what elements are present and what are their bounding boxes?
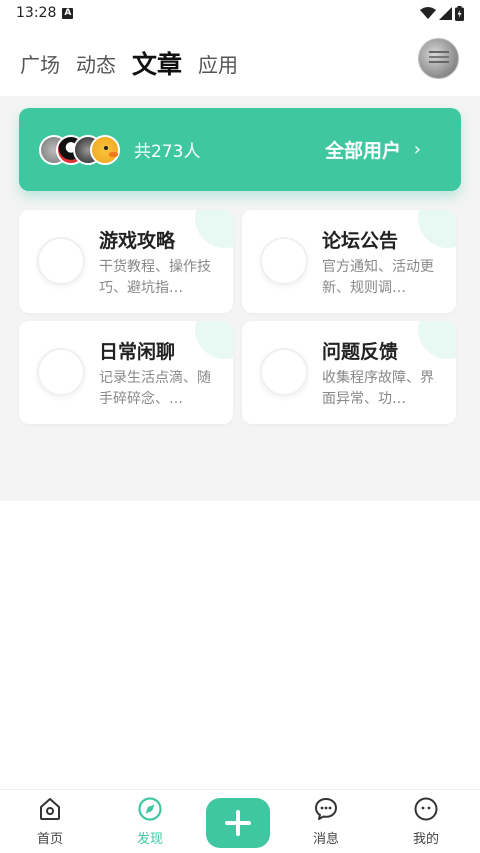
card-decoration	[195, 210, 233, 248]
nav-label: 发现	[136, 832, 163, 847]
nav-discover[interactable]: 发现	[120, 796, 180, 852]
user-avatars-stack	[39, 134, 120, 165]
tab-feed[interactable]: 动态	[76, 49, 116, 78]
user-count: 共273人	[134, 142, 201, 162]
category-card-daily-chat[interactable]: 日常闲聊 记录生活点滴、随手碎碎念、…	[19, 321, 233, 424]
nav-home[interactable]: 首页	[20, 796, 80, 852]
category-card-feedback[interactable]: 问题反馈 收集程序故障、界面异常、功…	[242, 321, 456, 424]
home-icon	[40, 798, 60, 820]
tab-square[interactable]: 广场	[20, 49, 60, 78]
card-decoration	[195, 321, 233, 359]
chat-icon	[315, 798, 337, 820]
category-title: 问题反馈	[322, 341, 399, 363]
category-description: 收集程序故障、界面异常、功…	[322, 370, 434, 407]
content-area: 共273人 全部用户 › 游戏攻略 干货教程、操作技巧、避坑指… 论坛公告 官方…	[0, 96, 480, 501]
card-decoration	[418, 321, 456, 359]
status-time: 13:28	[16, 5, 57, 21]
category-description: 记录生活点滴、随手碎碎念、…	[99, 370, 211, 407]
profile-icon	[414, 797, 438, 821]
category-title: 论坛公告	[322, 230, 399, 252]
tab-apps[interactable]: 应用	[198, 49, 238, 78]
battery-icon	[455, 5, 464, 21]
nav-label: 我的	[412, 832, 439, 847]
card-decoration	[418, 210, 456, 248]
category-title: 游戏攻略	[99, 230, 176, 252]
bottom-nav: 首页 发现 消息 我的	[0, 789, 480, 853]
category-title: 日常闲聊	[99, 341, 176, 363]
status-bar: 13:28 A	[0, 0, 480, 26]
category-icon	[260, 348, 308, 396]
add-post-button[interactable]	[206, 798, 270, 848]
category-icon	[260, 237, 308, 285]
category-card-game-guides[interactable]: 游戏攻略 干货教程、操作技巧、避坑指…	[19, 210, 233, 313]
category-icon	[37, 237, 85, 285]
category-description: 干货教程、操作技巧、避坑指…	[99, 259, 211, 296]
chevron-right-icon: ›	[413, 139, 421, 160]
category-card-announcements[interactable]: 论坛公告 官方通知、活动更新、规则调…	[242, 210, 456, 313]
users-banner[interactable]: 共273人 全部用户 ›	[19, 108, 461, 191]
all-users-link[interactable]: 全部用户	[325, 136, 401, 163]
nav-label: 首页	[36, 832, 63, 847]
signal-icon	[439, 6, 452, 20]
nav-messages[interactable]: 消息	[296, 796, 356, 852]
avatar	[90, 134, 120, 165]
notification-icon: A	[62, 7, 74, 19]
category-description: 官方通知、活动更新、规则调…	[322, 259, 434, 296]
nav-label: 消息	[312, 832, 339, 847]
nav-profile[interactable]: 我的	[396, 796, 456, 852]
compass-icon	[138, 797, 162, 821]
category-icon	[37, 348, 85, 396]
wifi-icon	[420, 6, 436, 19]
tab-articles[interactable]: 文章	[132, 45, 182, 81]
top-nav: 广场 动态 文章 应用	[0, 38, 480, 88]
user-avatar[interactable]	[418, 38, 459, 79]
